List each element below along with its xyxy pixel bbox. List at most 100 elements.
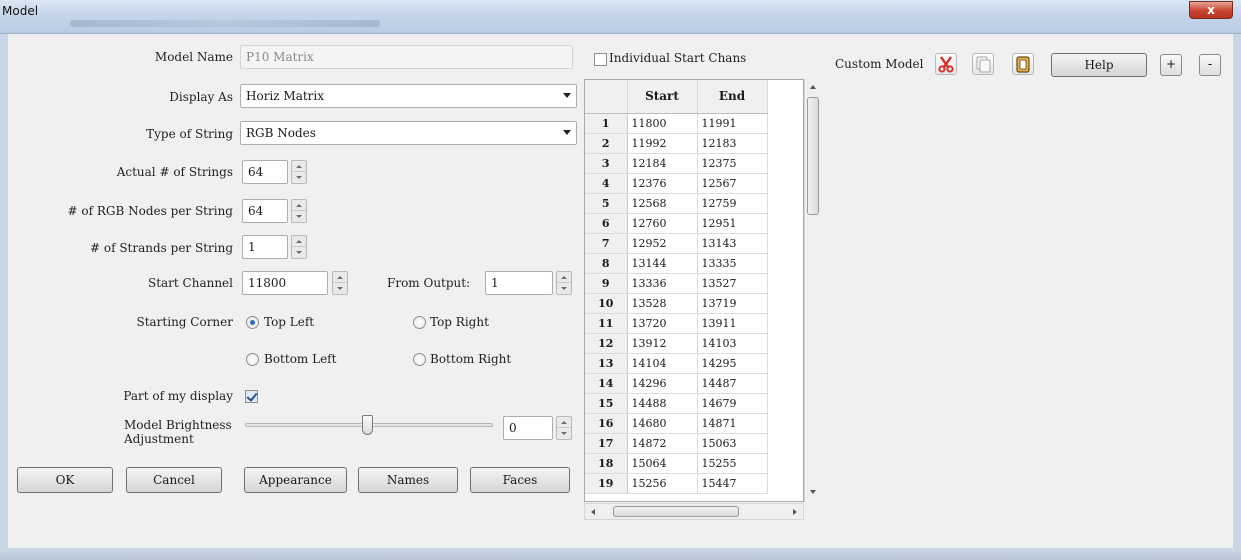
from-output-stepper[interactable] — [556, 271, 572, 295]
start-cell[interactable]: 13336 — [627, 273, 698, 294]
spin-down-icon[interactable] — [333, 283, 347, 294]
column-header-start[interactable]: Start — [627, 80, 698, 114]
end-cell[interactable]: 14487 — [697, 373, 768, 394]
cancel-button[interactable]: Cancel — [126, 467, 222, 493]
table-row[interactable]: 5 12568 12759 — [585, 193, 768, 214]
spin-down-icon[interactable] — [292, 172, 306, 183]
row-header[interactable]: 13 — [585, 353, 628, 374]
end-cell[interactable]: 14103 — [697, 333, 768, 354]
string-type-select[interactable]: RGB Nodes — [240, 121, 577, 145]
end-cell[interactable]: 13911 — [697, 313, 768, 334]
end-cell[interactable]: 11991 — [697, 113, 768, 134]
strings-stepper[interactable] — [291, 160, 307, 184]
strands-stepper[interactable] — [291, 235, 307, 259]
row-header[interactable]: 6 — [585, 213, 628, 234]
start-cell[interactable]: 15064 — [627, 453, 698, 474]
row-header[interactable]: 8 — [585, 253, 628, 274]
strings-field[interactable]: 64 — [242, 160, 288, 184]
scroll-left-icon[interactable] — [591, 509, 595, 515]
end-cell[interactable]: 12183 — [697, 133, 768, 154]
table-row[interactable]: 7 12952 13143 — [585, 233, 768, 254]
faces-button[interactable]: Faces — [470, 467, 570, 493]
end-cell[interactable]: 15255 — [697, 453, 768, 474]
radio-bottom-left[interactable] — [246, 353, 259, 366]
row-header[interactable]: 9 — [585, 273, 628, 294]
end-cell[interactable]: 12567 — [697, 173, 768, 194]
nodes-field[interactable]: 64 — [242, 199, 288, 223]
end-cell[interactable]: 12951 — [697, 213, 768, 234]
spin-down-icon[interactable] — [557, 283, 571, 294]
close-button[interactable]: x — [1189, 1, 1233, 19]
scroll-down-icon[interactable] — [810, 490, 816, 494]
start-cell[interactable]: 14488 — [627, 393, 698, 414]
table-row[interactable]: 4 12376 12567 — [585, 173, 768, 194]
spin-up-icon[interactable] — [557, 272, 571, 283]
display-as-select[interactable]: Horiz Matrix — [240, 84, 577, 108]
radio-top-right[interactable] — [413, 316, 426, 329]
table-row[interactable]: 6 12760 12951 — [585, 213, 768, 234]
table-row[interactable]: 3 12184 12375 — [585, 153, 768, 174]
start-cell[interactable]: 12376 — [627, 173, 698, 194]
row-header[interactable]: 19 — [585, 473, 628, 494]
from-output-field[interactable]: 1 — [485, 271, 553, 295]
start-cell[interactable]: 13720 — [627, 313, 698, 334]
table-row[interactable]: 11 13720 13911 — [585, 313, 768, 334]
grid-horizontal-scrollbar[interactable] — [584, 503, 804, 520]
scroll-right-icon[interactable] — [793, 509, 797, 515]
row-header[interactable]: 2 — [585, 133, 628, 154]
table-row[interactable]: 15 14488 14679 — [585, 393, 768, 414]
horizontal-scroll-thumb[interactable] — [613, 506, 739, 517]
start-channel-field[interactable]: 11800 — [242, 271, 328, 295]
names-button[interactable]: Names — [358, 467, 458, 493]
start-cell[interactable]: 13912 — [627, 333, 698, 354]
table-row[interactable]: 18 15064 15255 — [585, 453, 768, 474]
scroll-up-icon[interactable] — [810, 85, 816, 89]
start-cell[interactable]: 13528 — [627, 293, 698, 314]
row-header[interactable]: 3 — [585, 153, 628, 174]
spin-up-icon[interactable] — [333, 272, 347, 283]
nodes-stepper[interactable] — [291, 199, 307, 223]
help-button[interactable]: Help — [1051, 53, 1147, 77]
spin-down-icon[interactable] — [557, 428, 571, 439]
plus-button[interactable]: + — [1160, 54, 1182, 76]
strands-field[interactable]: 1 — [242, 235, 288, 259]
spin-down-icon[interactable] — [292, 211, 306, 222]
row-header[interactable]: 1 — [585, 113, 628, 134]
end-cell[interactable]: 14871 — [697, 413, 768, 434]
end-cell[interactable]: 15447 — [697, 473, 768, 494]
start-cell[interactable]: 14872 — [627, 433, 698, 454]
table-row[interactable]: 16 14680 14871 — [585, 413, 768, 434]
end-cell[interactable]: 14295 — [697, 353, 768, 374]
spin-down-icon[interactable] — [292, 247, 306, 258]
end-cell[interactable]: 14679 — [697, 393, 768, 414]
row-header[interactable]: 4 — [585, 173, 628, 194]
table-row[interactable]: 2 11992 12183 — [585, 133, 768, 154]
table-row[interactable]: 12 13912 14103 — [585, 333, 768, 354]
brightness-stepper[interactable] — [556, 416, 572, 440]
grid-vertical-scrollbar[interactable] — [804, 79, 821, 502]
row-header[interactable]: 11 — [585, 313, 628, 334]
table-row[interactable]: 1 11800 11991 — [585, 113, 768, 134]
start-cell[interactable]: 14104 — [627, 353, 698, 374]
radio-bottom-right[interactable] — [413, 353, 426, 366]
start-cell[interactable]: 12184 — [627, 153, 698, 174]
row-header[interactable]: 15 — [585, 393, 628, 414]
table-row[interactable]: 9 13336 13527 — [585, 273, 768, 294]
spin-up-icon[interactable] — [292, 236, 306, 247]
end-cell[interactable]: 13335 — [697, 253, 768, 274]
row-header[interactable]: 14 — [585, 373, 628, 394]
end-cell[interactable]: 12375 — [697, 153, 768, 174]
brightness-slider-thumb[interactable] — [362, 415, 373, 435]
end-cell[interactable]: 13143 — [697, 233, 768, 254]
row-header[interactable]: 7 — [585, 233, 628, 254]
spin-up-icon[interactable] — [557, 417, 571, 428]
table-row[interactable]: 13 14104 14295 — [585, 353, 768, 374]
part-of-display-checkbox[interactable] — [245, 390, 258, 403]
start-cell[interactable]: 14680 — [627, 413, 698, 434]
start-cell[interactable]: 15256 — [627, 473, 698, 494]
row-header[interactable]: 10 — [585, 293, 628, 314]
row-header[interactable]: 17 — [585, 433, 628, 454]
start-cell[interactable]: 12952 — [627, 233, 698, 254]
start-cell[interactable]: 14296 — [627, 373, 698, 394]
table-row[interactable]: 19 15256 15447 — [585, 473, 768, 494]
